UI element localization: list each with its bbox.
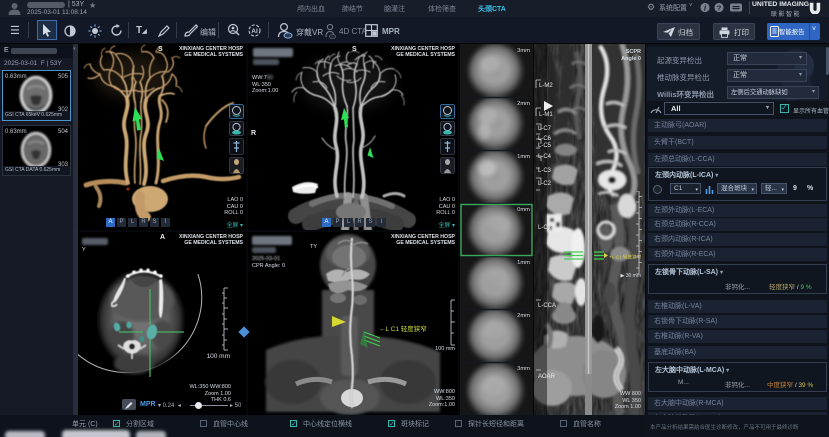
svg-text:0.63mm: 0.63mm [5, 74, 27, 80]
svg-text:?: ? [717, 3, 722, 12]
svg-text:504: 504 [58, 129, 69, 135]
svg-text:AOAR: AOAR [538, 374, 556, 380]
svg-text:L-C5: L-C5 [538, 143, 552, 149]
svg-text:3mm: 3mm [517, 48, 530, 54]
svg-text:L-C4: L-C4 [538, 154, 552, 160]
svg-text:100 mm: 100 mm [207, 353, 230, 360]
svg-text:L-CCA: L-CCA [538, 303, 556, 309]
svg-text:L-M1: L-M1 [539, 112, 553, 118]
svg-text:L-M2: L-M2 [539, 83, 553, 89]
svg-text:L-C7: L-C7 [538, 126, 552, 132]
svg-text:L-C2: L-C2 [538, 181, 552, 187]
svg-text:L-C6: L-C6 [538, 136, 552, 142]
svg-text:1mm: 1mm [517, 154, 530, 160]
svg-text:3mm: 3mm [517, 366, 530, 372]
svg-text:505: 505 [58, 74, 69, 80]
svg-text:2mm: 2mm [517, 101, 530, 107]
svg-text:0mm: 0mm [517, 207, 530, 213]
svg-text:2mm: 2mm [517, 313, 530, 319]
svg-text:L-C3: L-C3 [538, 168, 552, 174]
svg-text:L-C1: L-C1 [538, 225, 552, 231]
svg-text:0.63mm: 0.63mm [5, 129, 27, 135]
svg-text:AI: AI [251, 28, 258, 35]
svg-text:1mm: 1mm [517, 260, 530, 266]
